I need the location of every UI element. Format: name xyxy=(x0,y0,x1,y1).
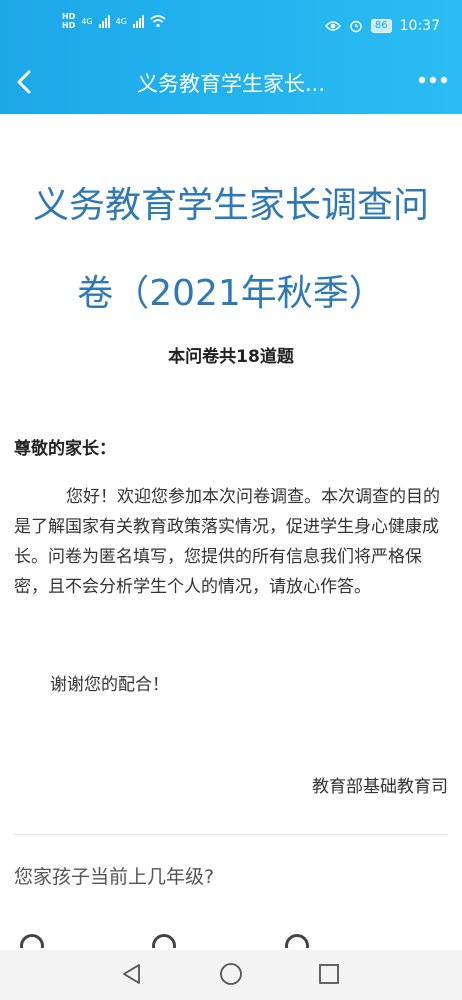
question-count: 本问卷共18道题 xyxy=(168,347,294,367)
radio-option-2[interactable] xyxy=(152,934,176,948)
recents-square-icon[interactable] xyxy=(318,962,340,986)
network-b: HD xyxy=(62,21,76,30)
eye-icon xyxy=(324,21,341,31)
navigation-bar: 义务教育学生家长... xyxy=(0,56,462,108)
network-a: HD xyxy=(62,12,76,21)
signal-icon xyxy=(98,14,110,28)
survey-title: 义务教育学生家长调查问卷（2021年秋季） xyxy=(32,185,429,314)
battery-indicator: 86 xyxy=(370,19,392,33)
chevron-left-icon[interactable] xyxy=(10,66,42,98)
status-bar: HD HD 4G 4G 86 10:37 xyxy=(0,0,462,56)
home-circle-icon[interactable] xyxy=(219,962,243,986)
status-right: 86 10:37 xyxy=(324,18,440,34)
page-title: 义务教育学生家长... xyxy=(136,72,326,96)
question-1-options xyxy=(0,934,462,948)
question-1-label: 您家孩子当前上几年级? xyxy=(14,866,215,888)
thanks-text: 谢谢您的配合！ xyxy=(50,675,169,695)
status-left: HD HD 4G 4G xyxy=(62,12,166,30)
signal1-label: 4G xyxy=(81,16,93,26)
wifi-icon xyxy=(150,15,166,28)
clock: 10:37 xyxy=(399,18,440,34)
radio-option-1[interactable] xyxy=(20,934,44,948)
app-header: HD HD 4G 4G 86 10:37 义务教育学生家长... xyxy=(0,0,462,114)
intro-paragraph: 您好！欢迎您参加本次问卷调查。本次调查的目的是了解国家有关教育政策落实情况，促进… xyxy=(14,487,440,597)
system-nav-bar xyxy=(0,950,462,1000)
hd-indicator: HD HD xyxy=(62,12,75,30)
divider xyxy=(14,834,448,835)
signal-icon-2 xyxy=(132,14,144,28)
signature: 教育部基础教育司 xyxy=(312,777,448,797)
radio-option-3[interactable] xyxy=(285,934,309,948)
back-triangle-icon[interactable] xyxy=(120,962,142,986)
greeting: 尊敬的家长： xyxy=(14,439,116,459)
alarm-icon xyxy=(350,20,362,33)
more-horizontal-icon[interactable] xyxy=(418,76,448,84)
signal2-label: 4G xyxy=(115,16,127,26)
